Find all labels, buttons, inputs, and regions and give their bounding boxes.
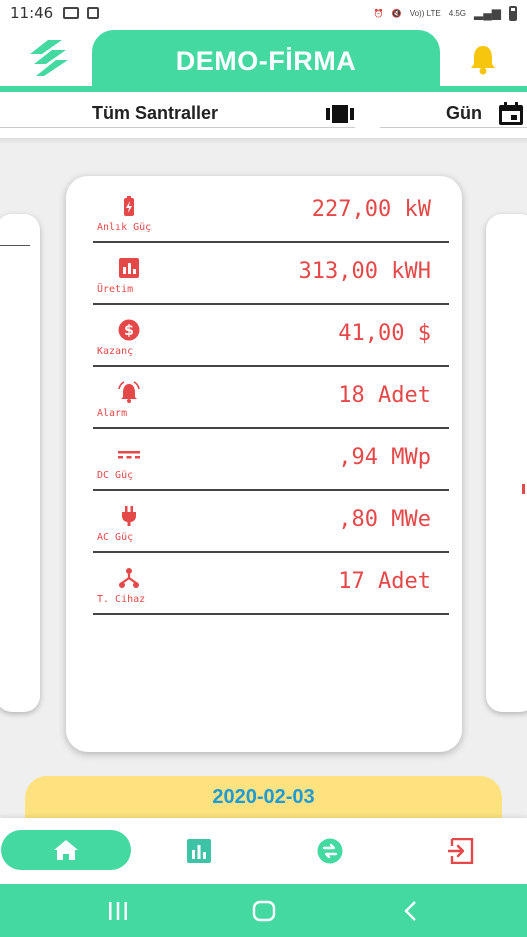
plant-summary-card: Anlık Güç 227,00 kW Üretim 313,00 kWH $ … [66,176,462,752]
metric-row-alarm: Alarm 18 Adet [93,367,449,429]
metric-value: 227,00 kW [311,197,431,222]
logout-icon[interactable] [448,838,474,864]
carousel-icon [326,105,354,123]
metric-row-earnings: $ Kazanç 41,00 $ [93,305,449,367]
next-plant-card[interactable] [486,214,527,712]
system-navigation-bar [0,884,527,937]
status-bar: 11:46 ⏰ 🔇 Vo)) LTE 4.5G ▂▄▆ [0,0,527,26]
metric-row-production: Üretim 313,00 kWH [93,243,449,305]
card-divider [0,245,30,246]
filter-bar-shadow [0,138,527,144]
status-time: 11:46 [10,4,54,22]
metric-value: 41,00 $ [338,321,431,346]
plant-selector-label: Tüm Santraller [92,103,219,123]
metric-value: 17 Adet [338,569,431,594]
svg-text:$: $ [124,323,134,339]
calendar-icon [499,102,523,125]
metric-label: Üretim [97,284,134,295]
metric-row-instant-power: Anlık Güç 227,00 kW [93,181,449,243]
recent-apps-icon[interactable] [105,898,131,924]
period-selector[interactable]: Gün [380,100,527,128]
metric-label: DC Güç [97,470,134,481]
metric-value: ,80 MWe [338,507,431,532]
bar-chart-icon[interactable] [186,838,212,864]
bell-icon[interactable] [466,42,500,76]
home-icon [54,840,78,860]
metric-row-total-devices: T. Cihaz 17 Adet [93,553,449,615]
period-selector-label: Gün [446,103,482,123]
metric-label: T. Cihaz [97,594,146,605]
card-peek-mark [522,484,525,494]
company-title: DEMO-FİRMA [92,30,440,92]
bottom-navigation [0,818,527,884]
laptop-icon [63,7,80,19]
metric-label: Anlık Güç [97,222,152,233]
metric-label: Alarm [97,408,128,419]
device-tree-icon [119,568,139,588]
alarm-clock-icon: ⏰ [373,8,384,18]
battery-charging-icon [124,196,134,216]
power-plug-icon [122,506,136,526]
app-header: DEMO-FİRMA [0,26,527,92]
mute-icon: 🔇 [391,8,402,18]
swap-icon[interactable] [317,838,343,864]
selected-date[interactable]: 2020-02-03 [25,776,502,818]
home-circle-icon[interactable] [251,898,277,924]
network-indicator: 4.5G [448,8,467,18]
filter-bar: Tüm Santraller Gün [0,92,527,144]
back-icon[interactable] [398,898,424,924]
metric-label: AC Güç [97,532,134,543]
metric-row-ac-power: AC Güç ,80 MWe [93,491,449,553]
metric-value: 313,00 kWH [298,259,431,284]
nav-home-button[interactable] [1,830,131,870]
bar-chart-icon [119,258,139,278]
plant-selector[interactable]: Tüm Santraller [0,100,355,128]
metric-value: ,94 MWp [338,445,431,470]
metric-row-dc-power: DC Güç ,94 MWp [93,429,449,491]
metric-label: Kazanç [97,346,134,357]
volte-indicator: Vo)) LTE [409,8,441,18]
dollar-icon: $ [118,319,140,341]
metric-value: 18 Adet [338,383,431,408]
alarm-icon [118,381,140,403]
stacked-stripes-logo-icon[interactable] [28,38,70,78]
battery-icon [509,5,517,21]
notification-badge-icon [87,7,100,19]
signal-icon: ▂▄▆ [474,6,501,20]
previous-plant-card[interactable] [0,214,40,712]
status-indicators: ⏰ 🔇 Vo)) LTE 4.5G ▂▄▆ [373,5,517,21]
dc-current-icon [118,451,140,459]
